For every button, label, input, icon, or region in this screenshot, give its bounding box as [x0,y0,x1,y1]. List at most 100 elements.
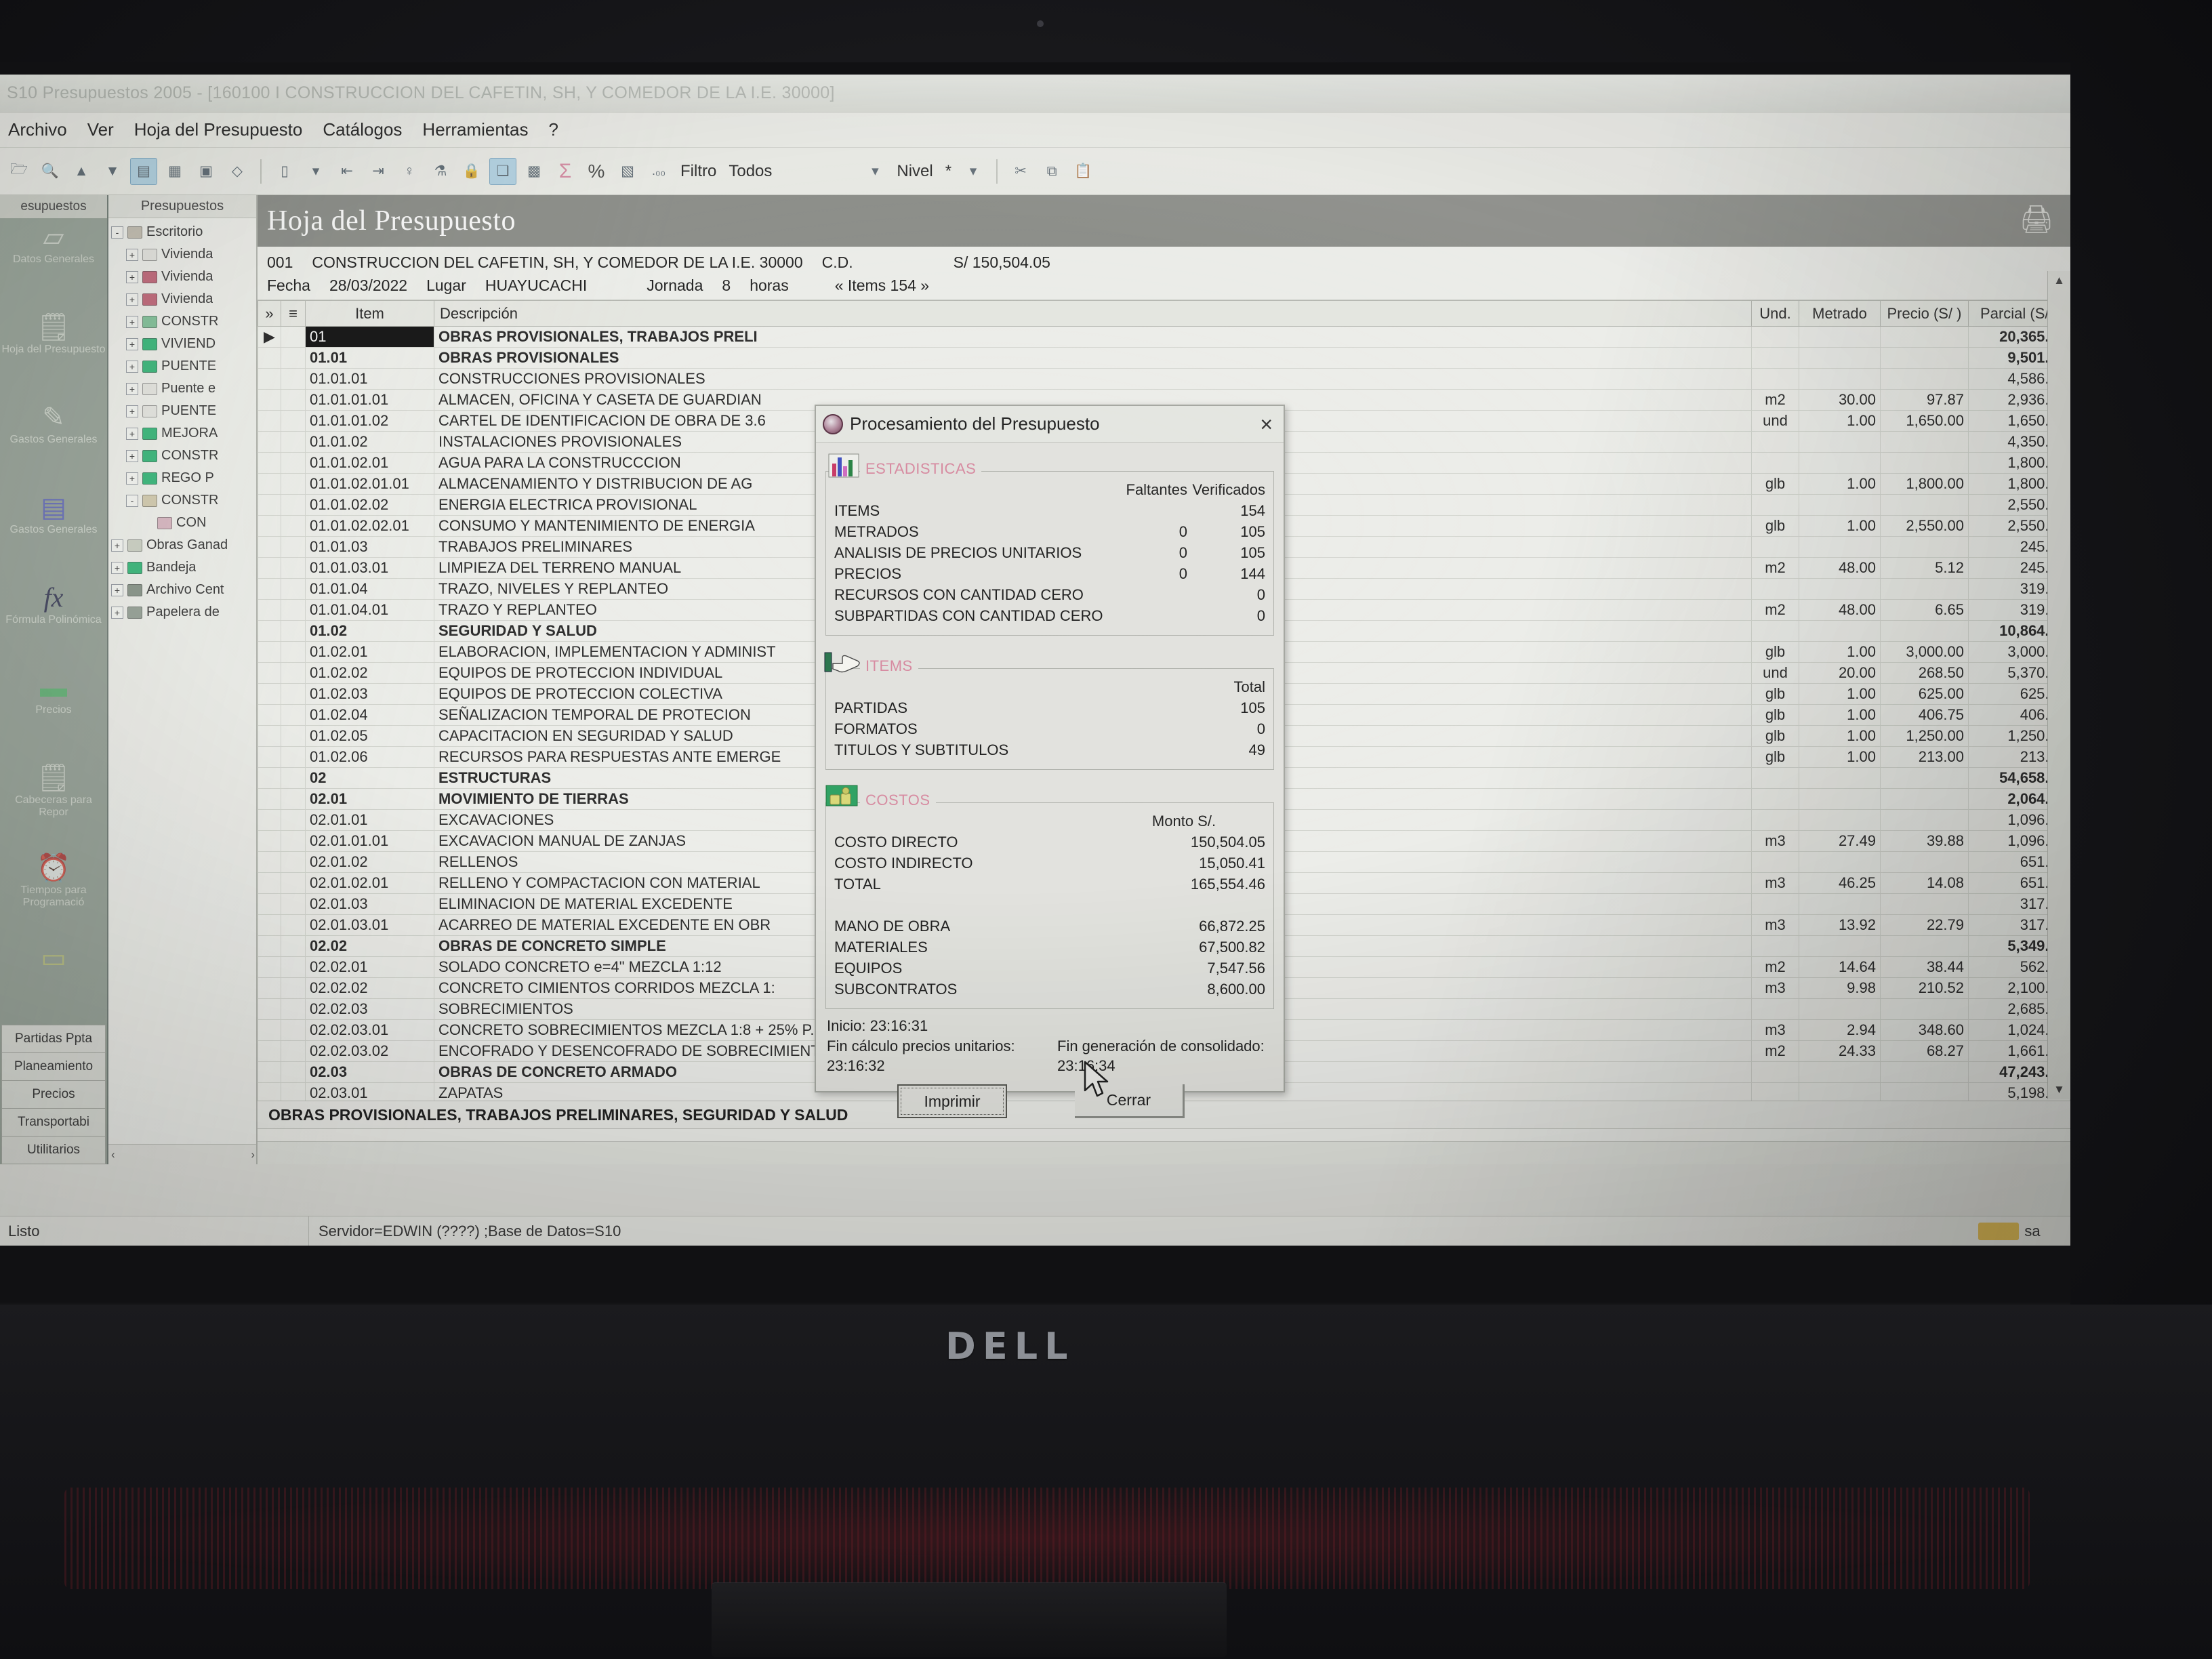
rail-item-gastos-pie[interactable]: ✎ Gastos Generales [0,398,107,489]
rail-item-tiempos-programacion[interactable]: ⏰ Tiempos para Programació [0,849,107,939]
cell-item[interactable]: 01.02 [305,620,434,642]
row-flag[interactable] [281,683,306,705]
tree-node[interactable]: + Bandeja [111,556,256,579]
cell-metrado[interactable]: 1.00 [1799,641,1881,663]
rail-tab-partidas-ppta[interactable]: Partidas Ppta [1,1025,106,1053]
cell-metrado[interactable]: 20.00 [1799,662,1881,684]
printer-icon[interactable]: 🖨 [2020,203,2054,235]
cell-metrado[interactable] [1799,1061,1881,1083]
cell-und[interactable] [1751,788,1799,810]
row-marker[interactable] [258,767,281,789]
cell-item[interactable]: 01 [305,326,434,348]
collapse-icon[interactable]: - [126,494,138,507]
row-flag[interactable] [281,704,306,726]
row-marker[interactable] [258,641,281,663]
move-up-icon[interactable]: ▲ [68,158,95,185]
note-icon[interactable]: ◇ [224,158,251,185]
copy-sheet-icon[interactable]: ▣ [192,158,220,185]
cell-precio[interactable]: 1,250.00 [1880,725,1969,747]
menu-archivo[interactable]: Archivo [8,119,67,140]
row-flag[interactable] [281,851,306,873]
cell-metrado[interactable] [1799,536,1881,558]
cell-item[interactable]: 02.01.01 [305,809,434,831]
tree-node[interactable]: - CONSTR [111,489,256,512]
cell-precio[interactable]: 1,800.00 [1880,473,1969,495]
row-flag[interactable] [281,788,306,810]
cell-und[interactable]: m2 [1751,389,1799,411]
tree-horizontal-scrollbar[interactable]: ‹ › [108,1144,256,1164]
col-precio[interactable]: Precio (S/ ) [1880,300,1969,327]
cell-und[interactable]: m3 [1751,872,1799,894]
chevron-down-icon[interactable]: ▾ [302,158,329,185]
row-flag[interactable] [281,368,306,390]
preview-icon[interactable]: 🔍 [37,158,64,185]
row-flag[interactable] [281,347,306,369]
cell-metrado[interactable] [1799,494,1881,516]
close-icon[interactable]: × [1256,413,1277,435]
cell-und[interactable] [1751,536,1799,558]
tree-node[interactable]: + Vivienda [111,266,256,288]
cell-metrado[interactable] [1799,767,1881,789]
cell-und[interactable]: glb [1751,473,1799,495]
cell-precio[interactable] [1880,767,1969,789]
cell-precio[interactable]: 1,650.00 [1880,410,1969,432]
row-marker[interactable] [258,1061,281,1083]
cell-und[interactable] [1751,767,1799,789]
row-flag[interactable] [281,935,306,957]
cell-item[interactable]: 01.01.04.01 [305,599,434,621]
cell-metrado[interactable]: 14.64 [1799,956,1881,978]
row-marker[interactable] [258,494,281,516]
menu-catalogos[interactable]: Catálogos [323,119,402,140]
cell-metrado[interactable] [1799,935,1881,957]
row-flag[interactable] [281,557,306,579]
flask-icon[interactable]: ⚗ [427,158,454,185]
calculate-icon[interactable]: ▩ [520,158,548,185]
cell-item[interactable]: 02.01.02 [305,851,434,873]
cell-item[interactable]: 02.02.01 [305,956,434,978]
cell-precio[interactable] [1880,578,1969,600]
row-flag[interactable] [281,662,306,684]
cell-precio[interactable]: 6.65 [1880,599,1969,621]
col-metrado[interactable]: Metrado [1799,300,1881,327]
row-marker[interactable] [258,788,281,810]
cell-item[interactable]: 02.01.03 [305,893,434,915]
nivel-dropdown-icon[interactable]: ▾ [960,158,987,185]
cell-item[interactable]: 02.01.03.01 [305,914,434,936]
rail-item-extra[interactable]: ▭ [0,939,107,987]
scroll-left-icon[interactable]: ‹ [111,1148,115,1162]
page-icon[interactable]: ▯ [271,158,298,185]
cell-precio[interactable]: 22.79 [1880,914,1969,936]
rail-item-gastos-generales[interactable]: ▤ Gastos Generales [0,489,107,579]
cell-precio[interactable]: 39.88 [1880,830,1969,852]
cell-metrado[interactable] [1799,431,1881,453]
cell-precio[interactable]: 97.87 [1880,389,1969,411]
cell-metrado[interactable]: 27.49 [1799,830,1881,852]
subpartida-icon[interactable]: ❑ [489,157,516,185]
cell-precio[interactable] [1880,998,1969,1020]
cell-metrado[interactable] [1799,851,1881,873]
cell-precio[interactable]: 268.50 [1880,662,1969,684]
cell-und[interactable]: und [1751,410,1799,432]
expand-icon[interactable]: + [126,405,138,417]
scroll-down-icon[interactable]: ▼ [2053,1083,2065,1097]
row-flag[interactable] [281,1040,306,1062]
row-flag[interactable] [281,431,306,453]
cell-precio[interactable] [1880,326,1969,348]
cell-und[interactable] [1751,578,1799,600]
tree-node[interactable]: + Vivienda [111,288,256,310]
cell-und[interactable]: m2 [1751,599,1799,621]
menu-hoja-del-presupuesto[interactable]: Hoja del Presupuesto [134,119,303,140]
nivel-value[interactable]: * [941,162,956,181]
table-row[interactable]: 01.01.01 CONSTRUCCIONES PROVISIONALES 4,58… [258,368,2070,390]
row-flag[interactable] [281,977,306,999]
tree-node[interactable]: + Vivienda [111,243,256,266]
row-flag[interactable] [281,515,306,537]
cell-metrado[interactable] [1799,788,1881,810]
row-flag[interactable] [281,746,306,768]
table-row[interactable]: 01.01 OBRAS PROVISIONALES 9,501.06 [258,347,2070,369]
row-marker[interactable] [258,1040,281,1062]
tree-node[interactable]: + Archivo Cent [111,579,256,601]
lock-icon[interactable]: 🔒 [458,158,485,185]
grid-vertical-scrollbar[interactable]: ▲ ▼ [2047,271,2070,1099]
row-flag[interactable] [281,809,306,831]
